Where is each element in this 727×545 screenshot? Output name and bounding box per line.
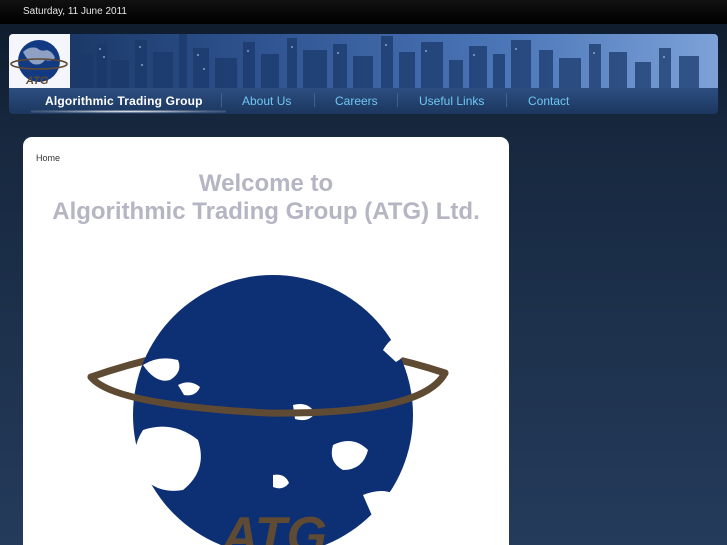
city-skyline-image	[79, 34, 699, 88]
nav-divider	[506, 93, 507, 107]
nav-item-useful-links[interactable]: Useful Links	[419, 94, 484, 108]
site-header: ATG Algorithmic Trading Group About Us C…	[9, 34, 718, 114]
active-tab-highlight	[31, 110, 226, 113]
header-banner: ATG	[9, 34, 718, 88]
nav-item-contact[interactable]: Contact	[528, 94, 569, 108]
welcome-line: Welcome to	[198, 170, 334, 197]
main-content-panel: Home Welcome to Algorithmic Trading Grou…	[23, 137, 509, 545]
breadcrumb-home[interactable]: Home	[36, 153, 60, 163]
nav-item-about-us[interactable]: About Us	[242, 94, 291, 108]
globe-logo-icon: ATG	[10, 40, 68, 87]
atg-logo-text: ATG	[219, 507, 327, 545]
main-navigation: Algorithmic Trading Group About Us Caree…	[9, 88, 718, 114]
current-date: Saturday, 11 June 2011	[23, 6, 127, 17]
nav-divider	[221, 93, 222, 107]
nav-divider	[397, 93, 398, 107]
svg-text:ATG: ATG	[25, 75, 49, 87]
nav-item-careers[interactable]: Careers	[335, 94, 378, 108]
company-name-line: Algorithmic Trading Group (ATG) Ltd.	[52, 198, 480, 225]
header-logo[interactable]: ATG	[9, 34, 70, 88]
nav-item-home[interactable]: Algorithmic Trading Group	[45, 94, 203, 108]
nav-divider	[314, 93, 315, 107]
page-title: Welcome to Algorithmic Trading Group (AT…	[23, 170, 509, 226]
atg-globe-logo: ATG	[87, 259, 449, 545]
top-bar: Saturday, 11 June 2011	[0, 0, 727, 24]
